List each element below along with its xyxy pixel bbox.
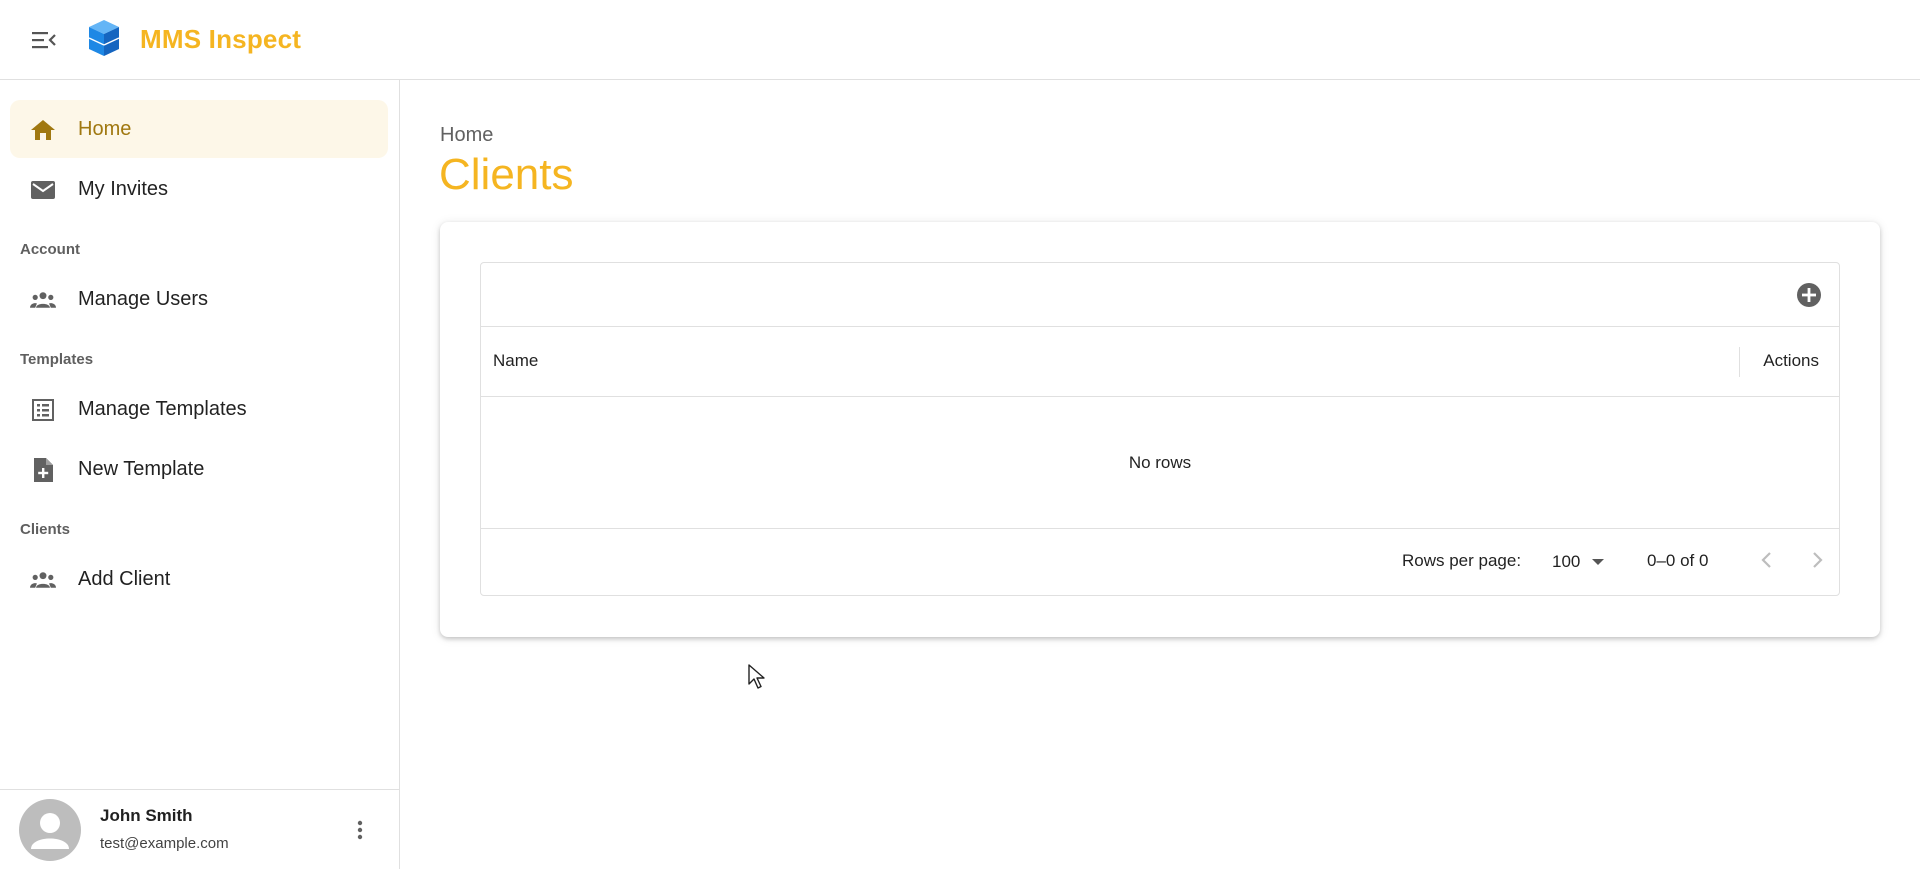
column-header-name[interactable]: Name	[493, 351, 538, 371]
sidebar-item-my-invites[interactable]: My Invites	[10, 160, 388, 218]
sidebar-item-label: Add Client	[78, 567, 171, 590]
chevron-left-icon	[1761, 551, 1773, 574]
file-plus-icon	[30, 457, 56, 483]
rows-per-page-label: Rows per page:	[1402, 551, 1522, 570]
mail-icon	[30, 177, 56, 203]
user-name: John Smith	[100, 806, 193, 825]
section-label-clients: Clients	[20, 521, 71, 538]
section-label-templates: Templates	[20, 351, 94, 368]
sidebar-item-add-client[interactable]: Add Client	[10, 550, 388, 608]
grid-pagination: Rows per page: 100 0–0 of 0	[481, 529, 1839, 595]
clients-grid: Name Actions No rows Rows per page: 100 …	[480, 262, 1840, 596]
section-label-account: Account	[20, 241, 80, 258]
sidebar-item-label: Manage Users	[78, 287, 209, 310]
people-icon	[30, 287, 56, 313]
people-icon	[30, 567, 56, 593]
column-separator[interactable]	[1739, 347, 1740, 377]
column-header-actions: Actions	[1763, 351, 1819, 370]
app-title: MMS Inspect	[140, 24, 302, 54]
sidebar-item-label: Manage Templates	[78, 397, 247, 420]
sidebar-item-label: Home	[78, 117, 132, 140]
sidebar-item-label: My Invites	[78, 177, 169, 200]
next-page-button[interactable]	[1801, 546, 1833, 578]
more-vert-icon[interactable]	[340, 810, 380, 850]
user-panel: John Smith test@example.com	[0, 789, 400, 869]
list-icon	[30, 397, 56, 423]
home-icon	[30, 117, 56, 143]
chevron-right-icon	[1811, 551, 1823, 574]
grid-toolbar	[481, 263, 1839, 327]
clients-card: Name Actions No rows Rows per page: 100 …	[440, 222, 1880, 637]
logo-icon	[86, 18, 122, 58]
breadcrumb[interactable]: Home	[440, 124, 493, 147]
page-title: Clients	[439, 150, 574, 199]
sidebar-item-new-template[interactable]: New Template	[10, 440, 388, 498]
add-circle-icon[interactable]	[1795, 281, 1823, 309]
sidebar-item-label: New Template	[78, 457, 205, 480]
sidebar-item-home[interactable]: Home	[10, 100, 388, 158]
mouse-cursor-icon	[748, 664, 766, 690]
sidebar-item-manage-templates[interactable]: Manage Templates	[10, 380, 388, 438]
dropdown-arrow-icon	[1592, 559, 1605, 565]
grid-header-row: Name Actions	[481, 327, 1839, 397]
page-range: 0–0 of 0	[1647, 551, 1709, 570]
menu-collapse-icon[interactable]	[24, 22, 64, 58]
empty-state: No rows	[481, 397, 1839, 529]
sidebar: Home My Invites Account Manage Users Tem…	[0, 80, 400, 869]
sidebar-item-manage-users[interactable]: Manage Users	[10, 270, 388, 328]
app-bar: MMS Inspect	[0, 0, 1920, 80]
prev-page-button[interactable]	[1751, 546, 1783, 578]
rows-per-page-select[interactable]: 100	[1546, 545, 1616, 579]
avatar	[19, 799, 81, 861]
user-email: test@example.com	[100, 835, 229, 852]
rows-per-page-value: 100	[1552, 552, 1581, 571]
